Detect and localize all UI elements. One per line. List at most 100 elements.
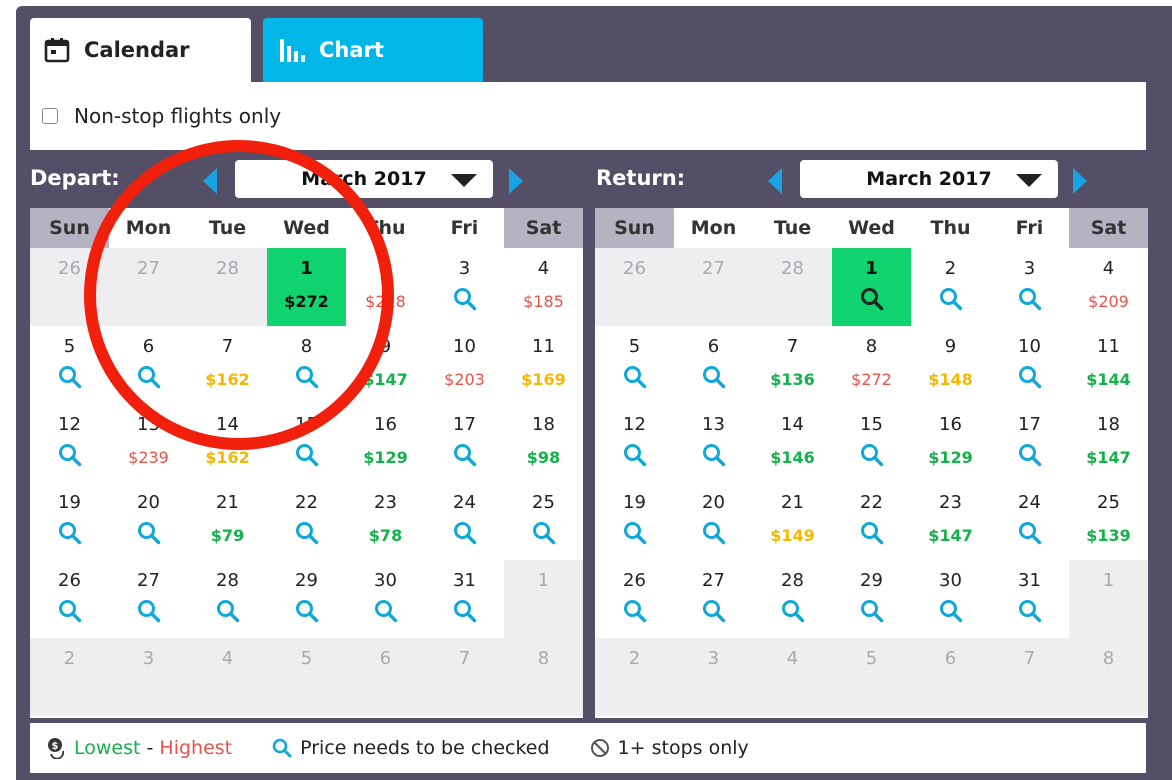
- depart-day-cell[interactable]: 6: [109, 326, 188, 404]
- depart-day-cell[interactable]: 22: [267, 482, 346, 560]
- return-day-cell[interactable]: 25 $139: [1069, 482, 1148, 560]
- return-day-cell[interactable]: 6: [674, 326, 753, 404]
- magnifier-icon[interactable]: [137, 521, 161, 549]
- return-day-cell[interactable]: 18 $147: [1069, 404, 1148, 482]
- return-day-cell[interactable]: 28: [753, 560, 832, 638]
- magnifier-icon[interactable]: [702, 443, 726, 471]
- depart-day-cell[interactable]: 11 $169: [504, 326, 583, 404]
- return-prev-month-button[interactable]: [768, 168, 782, 194]
- magnifier-icon[interactable]: [939, 287, 963, 315]
- magnifier-icon[interactable]: [58, 599, 82, 627]
- return-day-cell[interactable]: 2: [911, 248, 990, 326]
- tab-calendar[interactable]: Calendar: [30, 18, 251, 82]
- magnifier-icon[interactable]: [1018, 521, 1042, 549]
- depart-day-cell[interactable]: 29: [267, 560, 346, 638]
- return-day-cell[interactable]: 10: [990, 326, 1069, 404]
- depart-day-cell[interactable]: 17: [425, 404, 504, 482]
- magnifier-icon[interactable]: [1018, 365, 1042, 393]
- magnifier-icon[interactable]: [860, 443, 884, 471]
- magnifier-icon[interactable]: [623, 599, 647, 627]
- depart-day-cell[interactable]: 13 $239: [109, 404, 188, 482]
- depart-day-cell[interactable]: 8: [267, 326, 346, 404]
- magnifier-icon[interactable]: [702, 365, 726, 393]
- depart-day-cell[interactable]: 27: [109, 560, 188, 638]
- return-month-select[interactable]: March 2017: [800, 160, 1058, 198]
- return-day-cell[interactable]: 1: [832, 248, 911, 326]
- return-day-cell[interactable]: 4 $209: [1069, 248, 1148, 326]
- magnifier-icon[interactable]: [702, 599, 726, 627]
- depart-day-cell[interactable]: 16 $129: [346, 404, 425, 482]
- depart-day-cell[interactable]: 3: [425, 248, 504, 326]
- magnifier-icon[interactable]: [1018, 599, 1042, 627]
- magnifier-icon[interactable]: [860, 287, 884, 315]
- depart-day-cell[interactable]: 15: [267, 404, 346, 482]
- magnifier-icon[interactable]: [860, 599, 884, 627]
- return-day-cell[interactable]: 16 $129: [911, 404, 990, 482]
- return-day-cell[interactable]: 19: [595, 482, 674, 560]
- return-day-cell[interactable]: 12: [595, 404, 674, 482]
- return-day-cell[interactable]: 22: [832, 482, 911, 560]
- tab-chart[interactable]: Chart: [263, 18, 483, 82]
- return-day-cell[interactable]: 14 $146: [753, 404, 832, 482]
- depart-day-cell[interactable]: 20: [109, 482, 188, 560]
- depart-day-cell[interactable]: 31: [425, 560, 504, 638]
- magnifier-icon[interactable]: [1018, 287, 1042, 315]
- depart-day-cell[interactable]: 19: [30, 482, 109, 560]
- depart-day-cell[interactable]: 28: [188, 560, 267, 638]
- depart-next-month-button[interactable]: [509, 168, 523, 194]
- return-day-cell[interactable]: 13: [674, 404, 753, 482]
- depart-day-cell[interactable]: 14 $162: [188, 404, 267, 482]
- magnifier-icon[interactable]: [295, 443, 319, 471]
- depart-day-cell[interactable]: 18 $98: [504, 404, 583, 482]
- depart-day-cell[interactable]: 1 $272: [267, 248, 346, 326]
- magnifier-icon[interactable]: [295, 365, 319, 393]
- magnifier-icon[interactable]: [453, 599, 477, 627]
- depart-day-cell[interactable]: 4 $185: [504, 248, 583, 326]
- depart-day-cell[interactable]: 2 $218: [346, 248, 425, 326]
- return-day-cell[interactable]: 17: [990, 404, 1069, 482]
- return-day-cell[interactable]: 7 $136: [753, 326, 832, 404]
- magnifier-icon[interactable]: [1018, 443, 1042, 471]
- nonstop-label[interactable]: Non-stop flights only: [74, 104, 281, 128]
- nonstop-checkbox[interactable]: [42, 108, 58, 124]
- return-day-cell[interactable]: 27: [674, 560, 753, 638]
- magnifier-icon[interactable]: [295, 521, 319, 549]
- magnifier-icon[interactable]: [623, 521, 647, 549]
- depart-month-select[interactable]: March 2017: [235, 160, 493, 198]
- return-day-cell[interactable]: 5: [595, 326, 674, 404]
- magnifier-icon[interactable]: [532, 521, 556, 549]
- depart-day-cell[interactable]: 23 $78: [346, 482, 425, 560]
- magnifier-icon[interactable]: [781, 599, 805, 627]
- magnifier-icon[interactable]: [58, 443, 82, 471]
- depart-day-cell[interactable]: 26: [30, 560, 109, 638]
- depart-day-cell[interactable]: 21 $79: [188, 482, 267, 560]
- magnifier-icon[interactable]: [58, 365, 82, 393]
- return-day-cell[interactable]: 30: [911, 560, 990, 638]
- magnifier-icon[interactable]: [702, 521, 726, 549]
- return-day-cell[interactable]: 24: [990, 482, 1069, 560]
- magnifier-icon[interactable]: [453, 521, 477, 549]
- return-day-cell[interactable]: 23 $147: [911, 482, 990, 560]
- depart-day-cell[interactable]: 10 $203: [425, 326, 504, 404]
- depart-day-cell[interactable]: 9 $147: [346, 326, 425, 404]
- return-day-cell[interactable]: 31: [990, 560, 1069, 638]
- magnifier-icon[interactable]: [860, 521, 884, 549]
- return-next-month-button[interactable]: [1073, 168, 1087, 194]
- return-day-cell[interactable]: 11 $144: [1069, 326, 1148, 404]
- depart-day-cell[interactable]: 25: [504, 482, 583, 560]
- magnifier-icon[interactable]: [137, 599, 161, 627]
- return-day-cell[interactable]: 21 $149: [753, 482, 832, 560]
- magnifier-icon[interactable]: [453, 443, 477, 471]
- depart-day-cell[interactable]: 5: [30, 326, 109, 404]
- depart-day-cell[interactable]: 24: [425, 482, 504, 560]
- magnifier-icon[interactable]: [295, 599, 319, 627]
- depart-prev-month-button[interactable]: [203, 168, 217, 194]
- return-day-cell[interactable]: 8 $272: [832, 326, 911, 404]
- return-day-cell[interactable]: 15: [832, 404, 911, 482]
- magnifier-icon[interactable]: [374, 599, 398, 627]
- magnifier-icon[interactable]: [137, 365, 161, 393]
- return-day-cell[interactable]: 29: [832, 560, 911, 638]
- magnifier-icon[interactable]: [58, 521, 82, 549]
- return-day-cell[interactable]: 20: [674, 482, 753, 560]
- return-day-cell[interactable]: 9 $148: [911, 326, 990, 404]
